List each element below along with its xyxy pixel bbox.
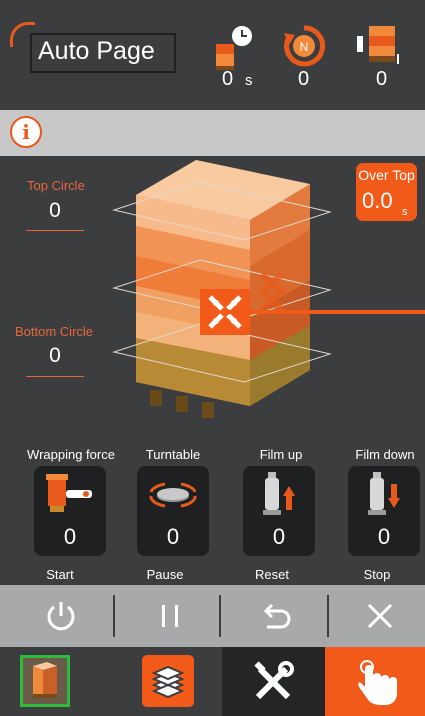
turntable-value: 0 xyxy=(166,524,180,549)
over-top-label: Over Top xyxy=(358,167,415,183)
pallet-icon xyxy=(20,655,70,707)
info-bar xyxy=(0,110,425,156)
timer-unit: s xyxy=(245,72,253,89)
pause-label: Pause xyxy=(146,567,184,582)
bottom-circle-value[interactable]: 0 xyxy=(25,344,85,368)
rotation-counter-icon: N xyxy=(283,25,326,67)
reset-label: Reset xyxy=(255,567,289,582)
start-label: Start xyxy=(46,567,74,582)
info-icon[interactable]: i xyxy=(10,116,42,148)
reset-button[interactable] xyxy=(221,585,327,647)
tools-icon xyxy=(254,661,294,700)
film-up-icon xyxy=(263,472,295,515)
film-arm xyxy=(224,310,425,314)
page-title: Auto Page xyxy=(38,37,155,65)
film-up-value: 0 xyxy=(272,524,286,549)
top-circle-value[interactable]: 0 xyxy=(25,199,85,223)
film-down-label: Film down xyxy=(355,447,415,462)
nav-layers[interactable] xyxy=(106,647,212,716)
top-circle-underline xyxy=(26,230,84,231)
turntable-icon xyxy=(149,482,197,508)
pause-button[interactable] xyxy=(115,585,221,647)
nav-settings[interactable] xyxy=(222,647,325,716)
close-icon xyxy=(367,603,393,629)
start-button[interactable] xyxy=(6,585,112,647)
wrapping-force-value: 0 xyxy=(63,524,77,549)
power-icon xyxy=(47,602,75,631)
layers-icon xyxy=(142,655,194,707)
nav-manual[interactable] xyxy=(325,647,425,716)
bottom-circle-label: Bottom Circle xyxy=(15,324,94,339)
film-down-icon xyxy=(368,472,400,515)
stop-label: Stop xyxy=(363,567,391,582)
top-circle-label: Top Circle xyxy=(27,178,85,193)
bottom-circle-underline xyxy=(26,376,84,377)
timer-value: 0 xyxy=(222,68,234,90)
film-up-label: Film up xyxy=(259,447,303,462)
stop-button[interactable] xyxy=(329,585,425,647)
wrapping-force-label: Wrapping force xyxy=(27,447,115,462)
turntable-label: Turntable xyxy=(145,447,201,462)
pause-icon xyxy=(162,605,178,627)
svg-text:N: N xyxy=(300,40,309,54)
rotation-value: 0 xyxy=(298,68,310,90)
over-top-value: 0.0 xyxy=(362,188,393,213)
pallet-count-value: 0 xyxy=(376,68,388,90)
pallet-count-icon xyxy=(355,22,405,66)
over-top-unit: s xyxy=(402,206,408,218)
reset-icon xyxy=(263,603,291,629)
timer-box-icon xyxy=(212,22,256,72)
film-down-value: 0 xyxy=(377,524,391,549)
hand-touch-icon xyxy=(358,660,397,705)
wrapping-force-icon xyxy=(46,474,92,512)
nav-auto[interactable] xyxy=(0,647,106,716)
